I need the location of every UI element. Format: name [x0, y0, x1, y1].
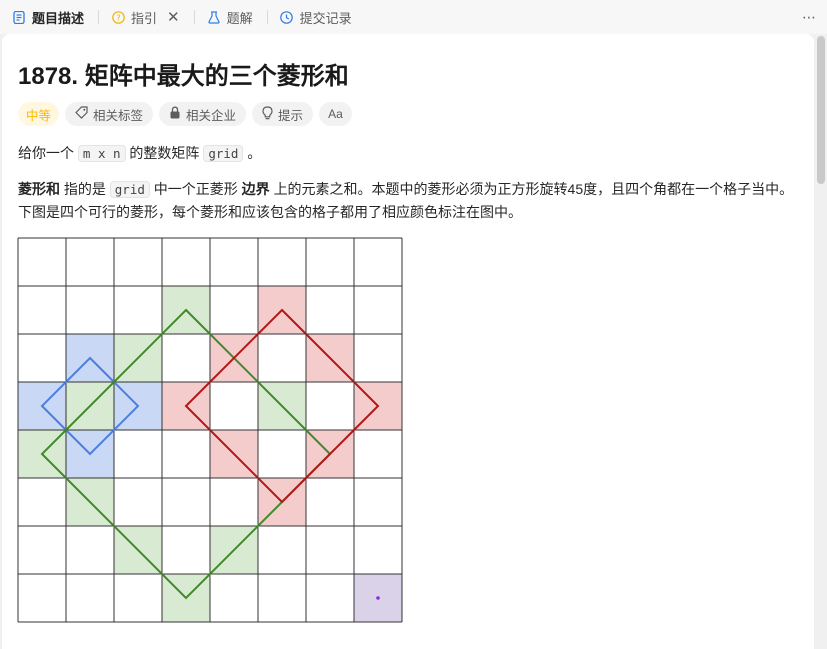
more-icon[interactable]: ⋯ [802, 9, 817, 26]
svg-text:?: ? [116, 13, 120, 22]
inline-code-grid: grid [109, 181, 150, 198]
hints-label: 提示 [278, 108, 304, 123]
clock-icon [280, 10, 294, 24]
lightbulb-icon [262, 105, 273, 123]
single-cell-rhombus-dot [376, 596, 380, 600]
p1-text-c: 。 [247, 145, 262, 161]
tag-row: 中等 相关标签 相关企业 提示 Aa [18, 102, 352, 126]
inline-code-grid: grid [203, 145, 244, 162]
p2-text-b: 中一个正菱形 [153, 181, 238, 197]
term-border: 边界 [241, 181, 270, 197]
question-circle-icon: ? [111, 10, 125, 24]
tab-guide[interactable]: ? 指引 ✕ [111, 8, 180, 27]
scrollbar-thumb[interactable] [817, 36, 825, 184]
related-companies-button[interactable]: 相关企业 [159, 102, 247, 126]
tab-divider [266, 10, 268, 24]
tab-divider [98, 10, 100, 24]
close-icon[interactable]: ✕ [167, 8, 180, 26]
inline-code-mxn: m x n [77, 145, 126, 162]
tab-bar: 题目描述 ? 指引 ✕ 题解 提交记录 ⋯ [0, 0, 827, 34]
p2-text-c: 上的元素之和。本题中的菱形必须为正方形旋转45度，且四个角都在一个格子当中。 [273, 181, 794, 197]
description-paragraph-2: 菱形和 指的是 grid 中一个正菱形 边界 上的元素之和。本题中的菱形必须为正… [18, 178, 798, 223]
tab-submissions-label: 提交记录 [299, 10, 352, 26]
p2-text-line2: 下图是四个可行的菱形，每个菱形和应该包含的格子都用了相应颜色标注在图中。 [18, 204, 522, 220]
related-tags-label: 相关标签 [93, 108, 144, 123]
tab-solutions-label: 题解 [226, 10, 253, 26]
hints-button[interactable]: 提示 [252, 102, 314, 126]
tab-solutions[interactable]: 题解 [207, 8, 253, 27]
flask-icon [207, 10, 221, 24]
difficulty-badge: 中等 [18, 102, 60, 126]
tab-divider [193, 10, 195, 24]
font-size-icon: Aa [328, 107, 343, 121]
related-tags-button[interactable]: 相关标签 [65, 102, 154, 126]
term-rhombus-sum: 菱形和 [18, 181, 60, 197]
related-companies-label: 相关企业 [186, 108, 237, 123]
scrollbar[interactable] [817, 34, 825, 649]
document-icon [12, 10, 26, 24]
font-size-button[interactable]: Aa [319, 102, 352, 126]
tab-submissions[interactable]: 提交记录 [280, 8, 352, 27]
tab-description[interactable]: 题目描述 [12, 8, 84, 27]
p1-text-b: 的整数矩阵 [129, 145, 200, 161]
tab-description-label: 题目描述 [32, 10, 85, 26]
tag-icon [75, 106, 88, 122]
problem-panel: 1878. 矩阵中最大的三个菱形和 中等 相关标签 相关企业 提示 Aa 给你一… [2, 34, 814, 649]
problem-title: 1878. 矩阵中最大的三个菱形和 [18, 63, 349, 90]
lock-icon [169, 106, 181, 122]
p1-text-a: 给你一个 [18, 145, 74, 161]
rhombus-grid-figure [17, 237, 403, 623]
p2-text-a: 指的是 [63, 181, 106, 197]
description-paragraph-1: 给你一个 m x n 的整数矩阵 grid 。 [18, 142, 261, 165]
tab-guide-label: 指引 [131, 10, 158, 26]
